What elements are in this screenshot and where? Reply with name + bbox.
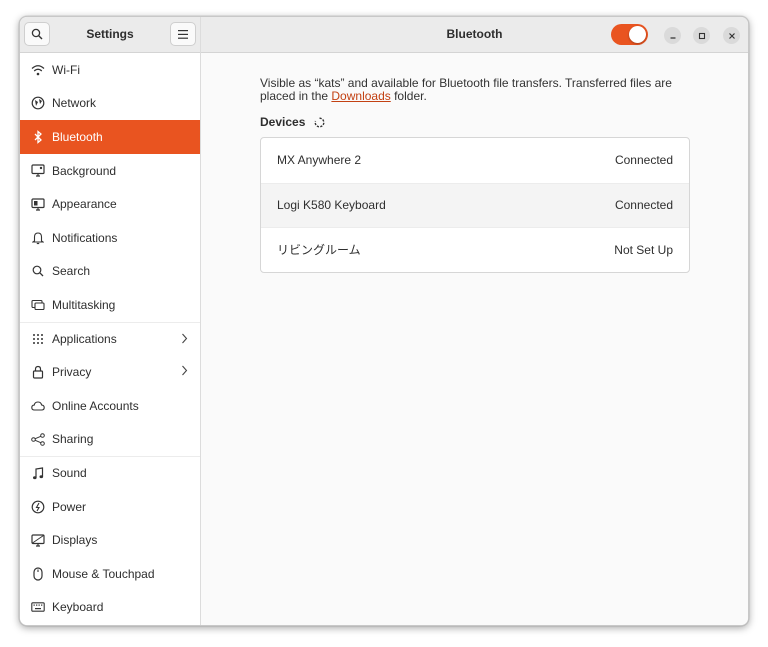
- sidebar-item-wifi[interactable]: Wi-Fi: [20, 53, 200, 87]
- sidebar-item-label: Applications: [52, 332, 117, 347]
- bell-icon: [30, 230, 46, 246]
- device-name: Logi K580 Keyboard: [277, 198, 386, 213]
- sidebar-item-label: Background: [52, 163, 117, 178]
- sidebar-item-label: Bluetooth: [52, 129, 103, 144]
- sidebar-item-sharing[interactable]: Sharing: [20, 423, 200, 457]
- close-icon: [728, 32, 735, 39]
- sidebar-item-network[interactable]: Network: [20, 87, 200, 121]
- sidebar-item-notifications[interactable]: Notifications: [20, 221, 200, 255]
- sidebar-item-label: Displays: [52, 533, 98, 548]
- background-icon: [30, 163, 46, 179]
- downloads-link[interactable]: Downloads: [331, 89, 390, 103]
- maximize-button[interactable]: [693, 27, 710, 44]
- bluetooth-toggle[interactable]: [611, 24, 648, 45]
- device-name: MX Anywhere 2: [277, 153, 362, 168]
- bluetooth-icon: [30, 129, 46, 145]
- bluetooth-panel: Visible as “kats” and available for Blue…: [201, 53, 748, 625]
- sidebar-item-label: Multitasking: [52, 297, 116, 312]
- sidebar-item-label: Mouse & Touchpad: [52, 566, 155, 581]
- device-name: リビングルーム: [277, 243, 361, 258]
- multitasking-icon: [30, 297, 46, 313]
- spinner-icon: [314, 116, 325, 128]
- chevron-right-icon: [181, 333, 188, 347]
- grid-icon: [30, 331, 46, 347]
- info-text-part: Visible as “kats” and available for Blue…: [260, 76, 672, 103]
- share-icon: [30, 431, 46, 447]
- sidebar-item-label: Keyboard: [52, 600, 104, 615]
- mouse-icon: [30, 566, 46, 582]
- sidebar-item-background[interactable]: Background: [20, 154, 200, 188]
- sidebar-item-applications[interactable]: Applications: [20, 321, 200, 356]
- music-note-icon: [30, 465, 46, 481]
- settings-window: Settings Wi-Fi Network Bluetooth Backgro…: [19, 16, 749, 626]
- lock-icon: [30, 364, 46, 380]
- devices-section-header: Devices: [260, 115, 325, 129]
- close-button[interactable]: [723, 27, 740, 44]
- sidebar-item-sound[interactable]: Sound: [20, 456, 200, 490]
- device-status: Not Set Up: [614, 242, 673, 257]
- sidebar-item-label: Privacy: [52, 365, 92, 380]
- sidebar-nav: Wi-Fi Network Bluetooth Background Appea…: [20, 53, 200, 624]
- visibility-info-text: Visible as “kats” and available for Blue…: [260, 77, 700, 103]
- sidebar-item-privacy[interactable]: Privacy: [20, 355, 200, 389]
- chevron-right-icon: [181, 365, 188, 379]
- device-row[interactable]: Logi K580 Keyboard Connected: [261, 182, 689, 227]
- minimize-icon: [670, 36, 675, 39]
- device-row[interactable]: MX Anywhere 2 Connected: [261, 138, 689, 183]
- keyboard-icon: [30, 599, 46, 615]
- main-menu-button[interactable]: [170, 22, 196, 46]
- device-list: MX Anywhere 2 Connected Logi K580 Keyboa…: [260, 137, 690, 273]
- sidebar-item-label: Sharing: [52, 432, 94, 447]
- sidebar-item-mouse-touchpad[interactable]: Mouse & Touchpad: [20, 557, 200, 591]
- sidebar-item-power[interactable]: Power: [20, 490, 200, 524]
- power-icon: [30, 499, 46, 515]
- hamburger-menu-icon: [178, 29, 188, 39]
- sidebar-item-multitasking[interactable]: Multitasking: [20, 288, 200, 322]
- sidebar-item-online-accounts[interactable]: Online Accounts: [20, 389, 200, 423]
- cloud-icon: [30, 398, 46, 414]
- minimize-button[interactable]: [664, 27, 681, 44]
- sidebar-item-label: Power: [52, 499, 87, 514]
- display-icon: [30, 532, 46, 548]
- sidebar-item-label: Appearance: [52, 197, 117, 212]
- sidebar-item-displays[interactable]: Displays: [20, 523, 200, 557]
- sidebar-item-label: Network: [52, 96, 97, 111]
- sidebar-item-label: Online Accounts: [52, 398, 139, 413]
- sidebar-item-appearance[interactable]: Appearance: [20, 187, 200, 221]
- search-icon: [30, 263, 46, 279]
- header-bar: Bluetooth: [201, 17, 748, 53]
- sidebar-header: Settings: [20, 17, 200, 53]
- appearance-icon: [30, 196, 46, 212]
- sidebar-item-keyboard[interactable]: Keyboard: [20, 591, 200, 625]
- sidebar-item-search[interactable]: Search: [20, 255, 200, 289]
- sidebar: Settings Wi-Fi Network Bluetooth Backgro…: [20, 17, 201, 625]
- info-text-part: folder.: [390, 89, 427, 103]
- sidebar-item-label: Notifications: [52, 230, 118, 245]
- device-status: Connected: [614, 153, 673, 168]
- sidebar-item-label: Wi-Fi: [52, 62, 80, 77]
- maximize-icon: [698, 32, 705, 39]
- sidebar-item-bluetooth[interactable]: Bluetooth: [20, 120, 200, 154]
- wifi-icon: [30, 62, 46, 78]
- sidebar-item-label: Search: [52, 264, 91, 279]
- devices-heading: Devices: [260, 115, 306, 129]
- sidebar-item-label: Sound: [52, 466, 87, 481]
- toggle-knob: [629, 26, 646, 43]
- device-status: Connected: [614, 198, 673, 213]
- network-icon: [30, 95, 46, 111]
- device-row[interactable]: リビングルーム Not Set Up: [261, 227, 689, 272]
